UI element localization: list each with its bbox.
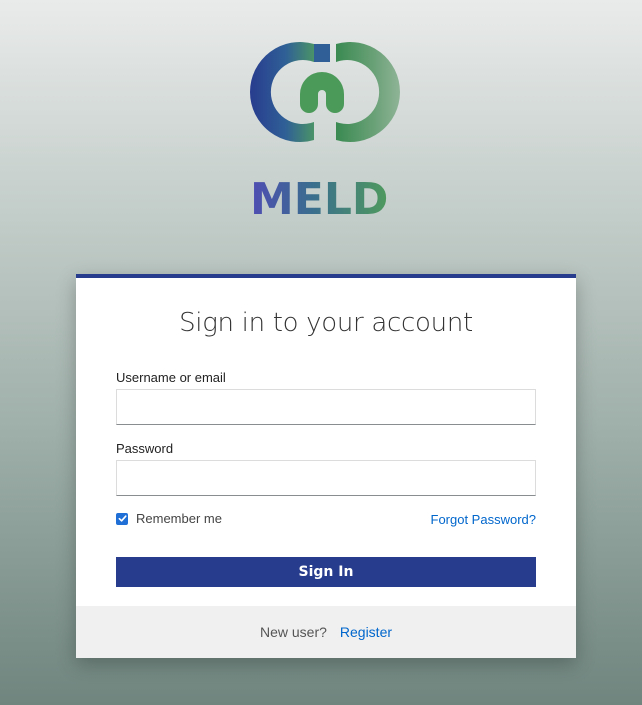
remember-checkbox[interactable] (116, 512, 128, 525)
remember-label: Remember me (136, 511, 222, 526)
new-user-text: New user? (259, 624, 327, 640)
register-footer: New user? Register (76, 606, 576, 658)
password-label: Password (116, 441, 174, 456)
register-link[interactable]: Register (340, 624, 392, 640)
logo-area: MELD (0, 0, 642, 230)
brand-name: MELD (250, 174, 388, 218)
meld-wordmark: MELD (250, 174, 388, 218)
page-title: Sign in to your account (179, 308, 473, 338)
login-card: Sign in to your account Username or emai… (76, 274, 576, 658)
meld-logo-icon (250, 41, 400, 142)
remember-me[interactable]: Remember me (116, 511, 222, 526)
checkmark-icon (118, 515, 127, 522)
sign-in-button[interactable]: Sign In (116, 557, 536, 587)
username-input[interactable] (116, 389, 536, 425)
forgot-password-link[interactable]: Forgot Password? (431, 512, 537, 527)
username-label: Username or email (116, 370, 226, 385)
password-input[interactable] (116, 460, 536, 496)
